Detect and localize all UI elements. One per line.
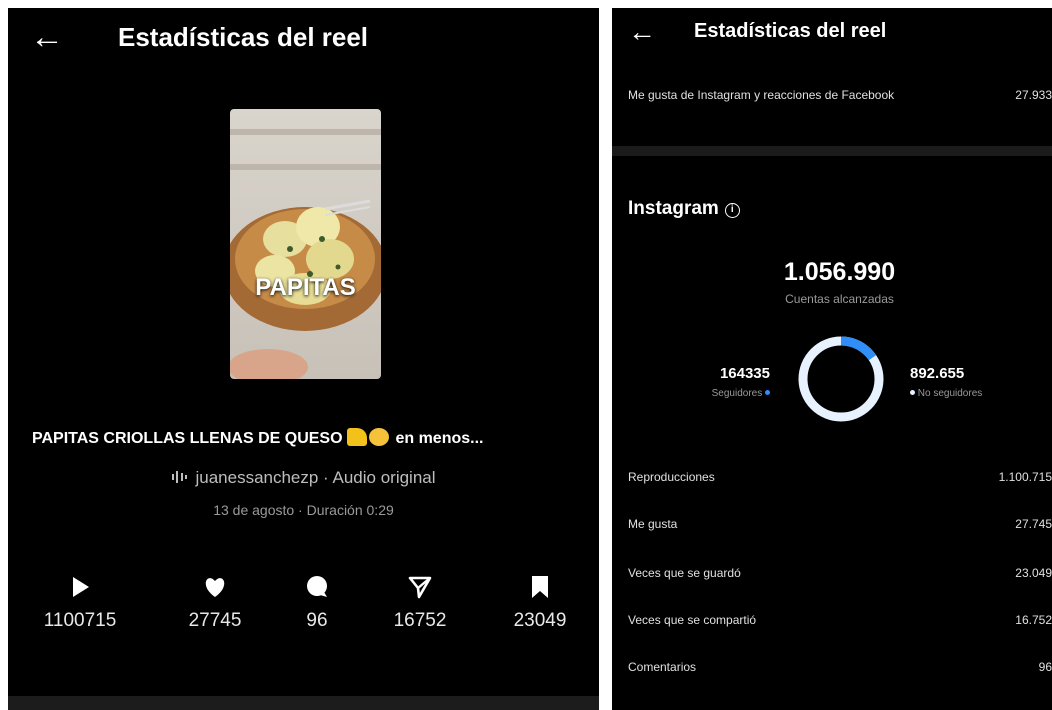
metric-label: Veces que se compartió <box>628 613 757 627</box>
reel-insights-panel-right: ← Estadísticas del reel Me gusta de Inst… <box>612 8 1052 710</box>
metric-row: Reproducciones 1.100.715 <box>628 470 1052 484</box>
thumbnail-caption: PAPITAS <box>255 274 356 301</box>
metric-value: 23.049 <box>1015 566 1052 580</box>
stat-saves: 23049 <box>480 574 599 632</box>
metric-value: 96 <box>1038 660 1052 674</box>
combined-likes-row: Me gusta de Instagram y reacciones de Fa… <box>628 88 1052 102</box>
stat-value: 1100715 <box>43 610 117 631</box>
non-followers-label: No seguidores <box>917 388 983 399</box>
reel-insights-panel-left: ← Estadísticas del reel PAPITAS PAPITAS … <box>8 8 599 710</box>
section-divider <box>612 146 1052 156</box>
arrow-left-icon[interactable]: ← <box>628 18 656 46</box>
metric-row: Comentarios 96 <box>628 660 1052 674</box>
section-divider <box>8 696 599 710</box>
metric-value: 1.100.715 <box>998 470 1052 484</box>
cheese-emoji-icon <box>347 428 367 446</box>
non-followers-dot <box>910 390 915 395</box>
reel-title-suffix: en menos... <box>395 430 484 447</box>
metric-label: Comentarios <box>628 660 697 674</box>
combined-likes-label: Me gusta de Instagram y reacciones de Fa… <box>628 88 895 102</box>
non-followers-value: 892.655 <box>910 365 965 382</box>
stat-value: 23049 <box>513 610 567 631</box>
play-icon <box>20 574 140 600</box>
arrow-left-icon[interactable]: ← <box>30 20 64 54</box>
followers-legend: Seguidores <box>712 388 770 399</box>
followers-value: 164335 <box>719 365 770 382</box>
reel-thumbnail-image <box>230 109 381 379</box>
page-title: Estadísticas del reel <box>118 22 369 52</box>
share-icon <box>360 574 480 600</box>
info-icon[interactable]: i <box>724 203 740 218</box>
metric-row: Me gusta 27.745 <box>628 517 1052 531</box>
comment-icon <box>257 574 377 600</box>
metric-value: 27.745 <box>1015 517 1052 531</box>
metric-label: Me gusta <box>628 517 678 531</box>
followers-label: Seguidores <box>711 388 763 399</box>
combined-likes-value: 27.933 <box>1015 88 1052 102</box>
followers-dot <box>765 390 770 395</box>
followers-donut-chart <box>798 336 884 422</box>
stat-plays: 1100715 <box>20 574 140 632</box>
non-followers-legend: No seguidores <box>910 388 982 399</box>
audio-waveform-icon <box>171 469 189 490</box>
accounts-reached-value: 1.056.990 <box>783 258 896 286</box>
date-duration: 13 de agosto · Duración 0:29 <box>213 502 394 518</box>
metric-row: Veces que se guardó 23.049 <box>628 566 1052 580</box>
accounts-reached-label: Cuentas alcanzadas <box>785 292 894 306</box>
metric-value: 16.752 <box>1015 613 1052 627</box>
reel-thumbnail[interactable]: PAPITAS <box>230 109 381 379</box>
stat-value: 96 <box>306 610 328 631</box>
reel-title-line: PAPITAS CRIOLLAS LLENAS DE QUESO en meno… <box>32 428 577 448</box>
stat-value: 16752 <box>393 610 447 631</box>
metric-row: Veces que se compartió 16.752 <box>628 613 1052 627</box>
audio-row[interactable]: juanessanchezp · Audio original <box>8 468 599 490</box>
instagram-heading: Instagram i <box>628 198 740 220</box>
instagram-heading-text: Instagram <box>628 198 719 219</box>
stat-comments: 96 <box>257 574 377 632</box>
metric-label: Veces que se guardó <box>628 566 741 580</box>
stat-shares: 16752 <box>360 574 480 632</box>
page-title: Estadísticas del reel <box>694 20 887 42</box>
reel-title: PAPITAS CRIOLLAS LLENAS DE QUESO <box>32 430 343 447</box>
grimace-emoji-icon <box>369 428 389 446</box>
audio-text: juanessanchezp · Audio original <box>195 468 436 487</box>
bookmark-icon <box>480 574 599 600</box>
metric-label: Reproducciones <box>628 470 715 484</box>
